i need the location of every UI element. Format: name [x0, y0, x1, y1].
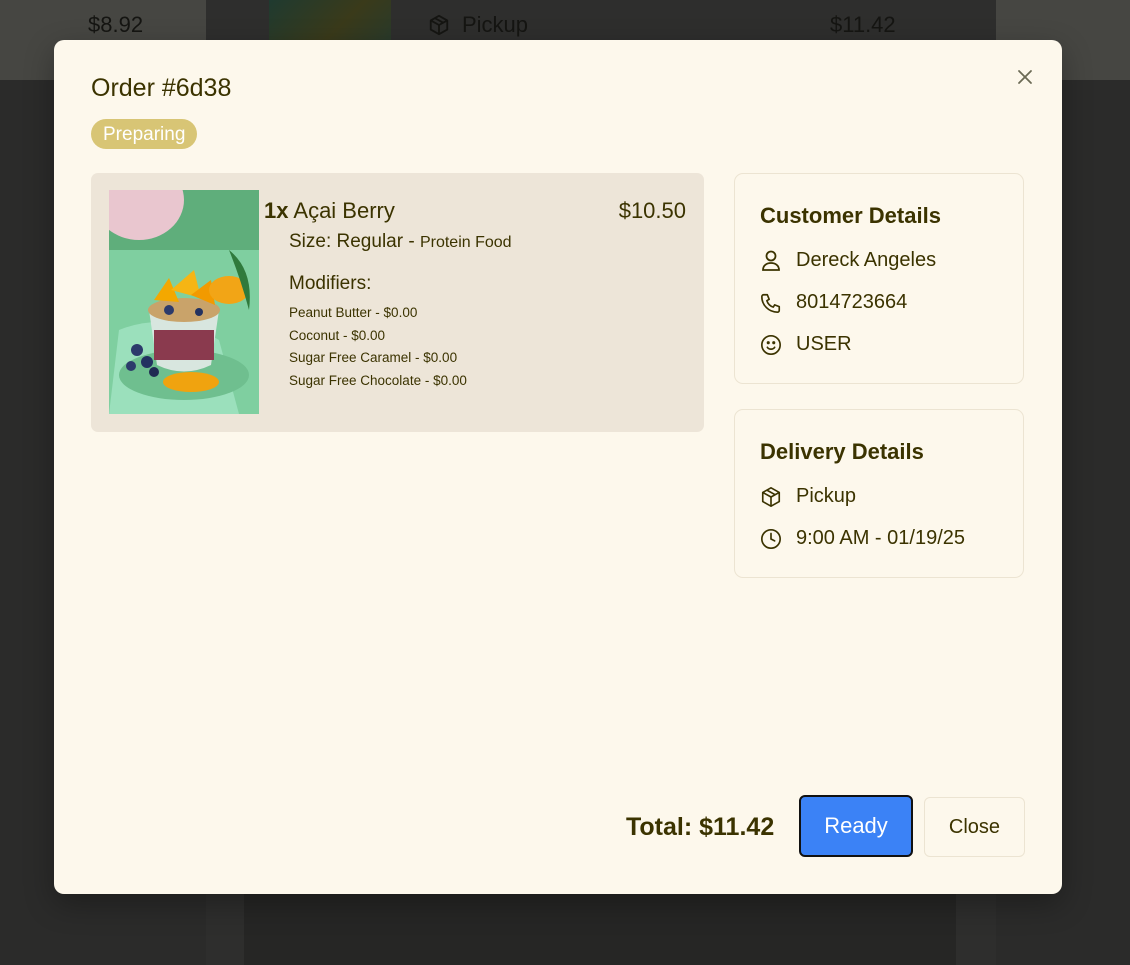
package-icon	[760, 486, 782, 508]
order-item-card: 1x Açai Berry $10.50 Size: Regular - Pro…	[91, 173, 704, 432]
status-badge: Preparing	[91, 119, 198, 149]
item-name: Açai Berry	[293, 198, 395, 223]
item-quantity: 1x	[264, 198, 289, 223]
customer-details-title: Customer Details	[760, 203, 941, 228]
delivery-method-row: Pickup	[760, 485, 856, 508]
delivery-details-card: Delivery Details Pickup 9:00 AM - 01/19/…	[734, 409, 1024, 578]
item-size: Size: Regular -	[289, 231, 415, 252]
item-price: $10.50	[618, 198, 686, 223]
item-size-line: Size: Regular - Protein Food	[289, 231, 512, 253]
modifier-item: Coconut - $0.00	[289, 327, 386, 343]
customer-name: Dereck Angeles	[796, 249, 937, 271]
delivery-time: 9:00 AM - 01/19/25	[796, 527, 966, 549]
customer-role-row: USER	[760, 333, 852, 356]
order-title: Order #6d38	[91, 74, 232, 102]
modifier-item: Peanut Butter - $0.00	[289, 305, 418, 320]
customer-name-row: Dereck Angeles	[760, 249, 936, 272]
phone-icon	[760, 292, 782, 314]
modifier-item: Sugar Free Caramel - $0.00	[289, 350, 458, 366]
order-modal: Order #6d38 Preparing 1x Açai Berry $10.…	[54, 40, 1062, 894]
clock-icon	[760, 528, 782, 550]
package-icon	[429, 14, 449, 36]
customer-details-card: Customer Details Dereck Angeles 80147236…	[734, 173, 1024, 384]
modifiers-list: Peanut Butter - $0.00 Coconut - $0.00 Su…	[289, 302, 467, 393]
background-item-thumbnail	[269, 0, 391, 40]
background-price-left: $8.92	[88, 12, 144, 37]
background-pickup-label: Pickup	[462, 12, 529, 37]
customer-phone: 8014723664	[796, 291, 908, 313]
delivery-method: Pickup	[796, 485, 857, 507]
item-image	[109, 190, 259, 414]
modifier-item: Sugar Free Chocolate - $0.00	[289, 373, 467, 389]
background-pickup: Pickup	[428, 12, 528, 38]
background-price-right: $11.42	[830, 12, 896, 37]
customer-role: USER	[796, 333, 852, 355]
close-button[interactable]: Close	[924, 797, 1025, 857]
modifiers-title: Modifiers:	[289, 273, 372, 294]
item-title: 1x Açai Berry	[264, 198, 395, 224]
item-category: Protein Food	[419, 234, 512, 251]
user-icon	[760, 250, 782, 272]
ready-button[interactable]: Ready	[799, 795, 913, 857]
smile-icon	[760, 334, 782, 356]
delivery-time-row: 9:00 AM - 01/19/25	[760, 527, 965, 550]
delivery-details-title: Delivery Details	[760, 439, 924, 464]
customer-phone-row: 8014723664	[760, 291, 907, 314]
order-total: Total: $11.42	[626, 813, 775, 841]
close-icon[interactable]	[1014, 66, 1036, 88]
